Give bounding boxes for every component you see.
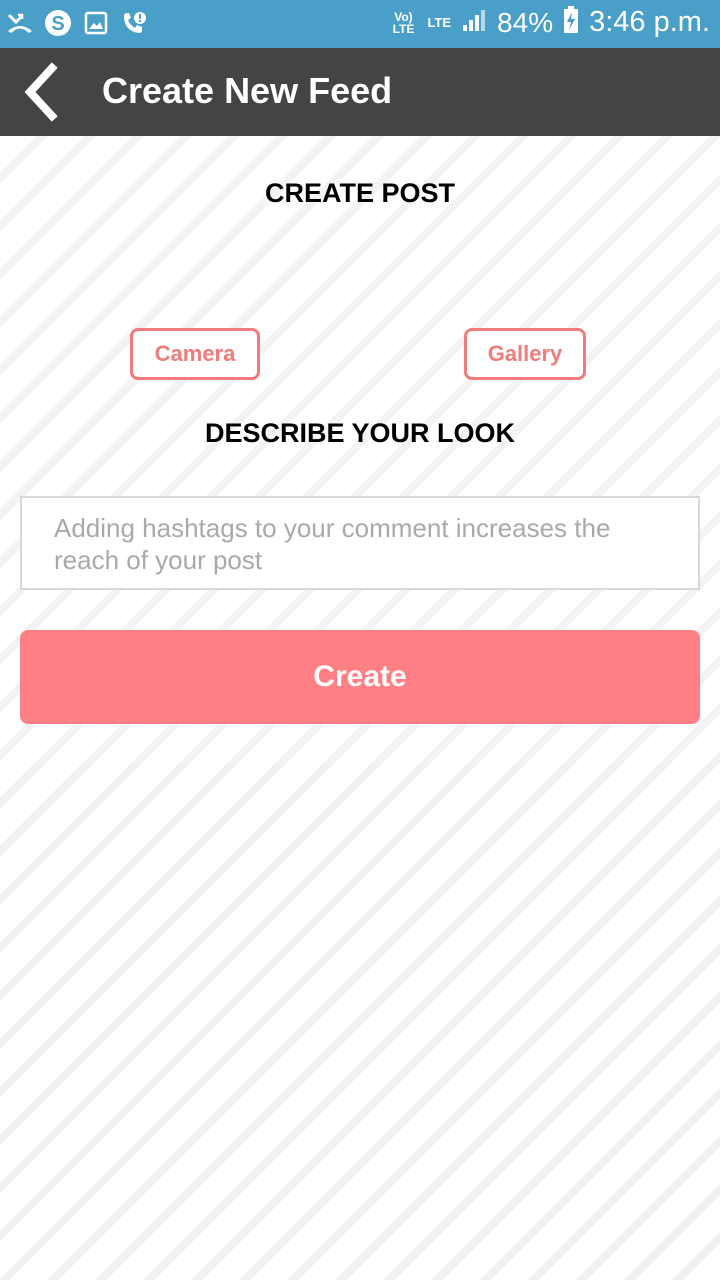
camera-button[interactable]: Camera: [130, 328, 260, 380]
notification-icons: S: [6, 8, 148, 38]
app-bar: Create New Feed: [0, 48, 720, 136]
status-indicators: Vo) LTE LTE 84% 3:46 p.m.: [389, 6, 710, 39]
create-post-heading: CREATE POST: [264, 178, 455, 208]
status-bar: S Vo) LTE LTE 84% 3:46 p.m.: [0, 0, 720, 48]
wifi-call-alert-icon: [120, 8, 148, 38]
gallery-button[interactable]: Gallery: [464, 328, 586, 380]
volte-indicator: Vo) LTE: [392, 9, 415, 36]
svg-text:S: S: [51, 13, 64, 35]
describe-look-heading: DESCRIBE YOUR LOOK: [204, 418, 516, 448]
gallery-icon: [82, 8, 110, 38]
back-button[interactable]: [10, 62, 70, 122]
lte-indicator: LTE: [427, 15, 452, 30]
battery-charging-icon: [563, 6, 579, 39]
skype-icon: S: [44, 8, 72, 38]
clock: 3:46 p.m.: [589, 6, 710, 38]
page-title: Create New Feed: [102, 70, 393, 111]
chevron-left-icon: [24, 62, 58, 122]
missed-call-icon: [6, 8, 34, 38]
comment-input[interactable]: Adding hashtags to your comment increase…: [20, 496, 700, 590]
battery-percent: 84%: [497, 6, 554, 38]
create-button[interactable]: Create: [20, 630, 700, 724]
signal-icon: [461, 7, 487, 38]
